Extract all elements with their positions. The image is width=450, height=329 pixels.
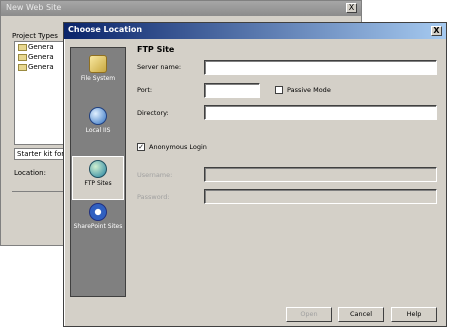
- dialog-title: Choose Location: [68, 25, 143, 34]
- location-label: Location:: [14, 169, 46, 177]
- passive-mode-label: Passive Mode: [287, 86, 331, 94]
- project-types-list[interactable]: Genera Genera Genera: [14, 41, 70, 145]
- new-web-site-title: New Web Site: [6, 3, 62, 12]
- project-type-label: Genera: [28, 43, 54, 51]
- choose-location-titlebar: Choose Location X: [64, 23, 446, 39]
- location-nav-bar: File System Local IIS FTP Sites SharePoi…: [70, 47, 126, 297]
- help-button[interactable]: Help: [391, 307, 437, 322]
- nav-local-iis-label: Local IIS: [85, 127, 111, 134]
- project-types-label: Project Types: [12, 32, 58, 40]
- nav-file-system-label: File System: [80, 75, 116, 82]
- project-type-item[interactable]: Genera: [15, 52, 69, 62]
- folder-icon: [18, 64, 27, 71]
- passive-mode-checkbox[interactable]: [275, 86, 283, 94]
- divider: [12, 191, 68, 192]
- nav-sharepoint-sites-label: SharePoint Sites: [73, 223, 123, 230]
- anonymous-login-label: Anonymous Login: [149, 143, 207, 151]
- project-type-label: Genera: [28, 53, 54, 61]
- dialog-close-button[interactable]: X: [431, 26, 442, 36]
- ftp-globe-icon: [89, 160, 107, 178]
- nav-file-system[interactable]: File System: [72, 52, 124, 96]
- server-name-label: Server name:: [137, 63, 182, 71]
- section-title: FTP Site: [137, 45, 175, 54]
- nav-local-iis[interactable]: Local IIS: [72, 104, 124, 148]
- port-input[interactable]: [204, 83, 260, 98]
- port-label: Port:: [137, 86, 153, 94]
- password-input[interactable]: [204, 189, 437, 204]
- sharepoint-icon: [89, 203, 107, 221]
- project-type-label: Genera: [28, 63, 54, 71]
- project-type-item[interactable]: Genera: [15, 42, 69, 52]
- project-type-item[interactable]: Genera: [15, 62, 69, 72]
- starter-kit-description: Starter kit for c: [14, 148, 70, 160]
- new-web-site-close-button[interactable]: X: [346, 3, 357, 13]
- anonymous-login-checkbox[interactable]: ✓: [137, 143, 145, 151]
- server-name-input[interactable]: [204, 60, 437, 75]
- folder-icon: [18, 44, 27, 51]
- choose-location-dialog: Choose Location X File System Local IIS …: [63, 22, 447, 327]
- password-label: Password:: [137, 193, 170, 201]
- directory-input[interactable]: [204, 105, 437, 120]
- cancel-button[interactable]: Cancel: [338, 307, 384, 322]
- iis-icon: [89, 107, 107, 125]
- folder-icon: [18, 54, 27, 61]
- nav-ftp-sites-label: FTP Sites: [84, 180, 112, 187]
- directory-label: Directory:: [137, 109, 169, 117]
- username-input[interactable]: [204, 167, 437, 182]
- username-label: Username:: [137, 171, 173, 179]
- nav-sharepoint-sites[interactable]: SharePoint Sites: [72, 200, 124, 244]
- open-button[interactable]: Open: [286, 307, 332, 322]
- nav-ftp-sites[interactable]: FTP Sites: [72, 156, 124, 200]
- folder-icon: [89, 55, 107, 73]
- new-web-site-titlebar: New Web Site X: [1, 1, 361, 16]
